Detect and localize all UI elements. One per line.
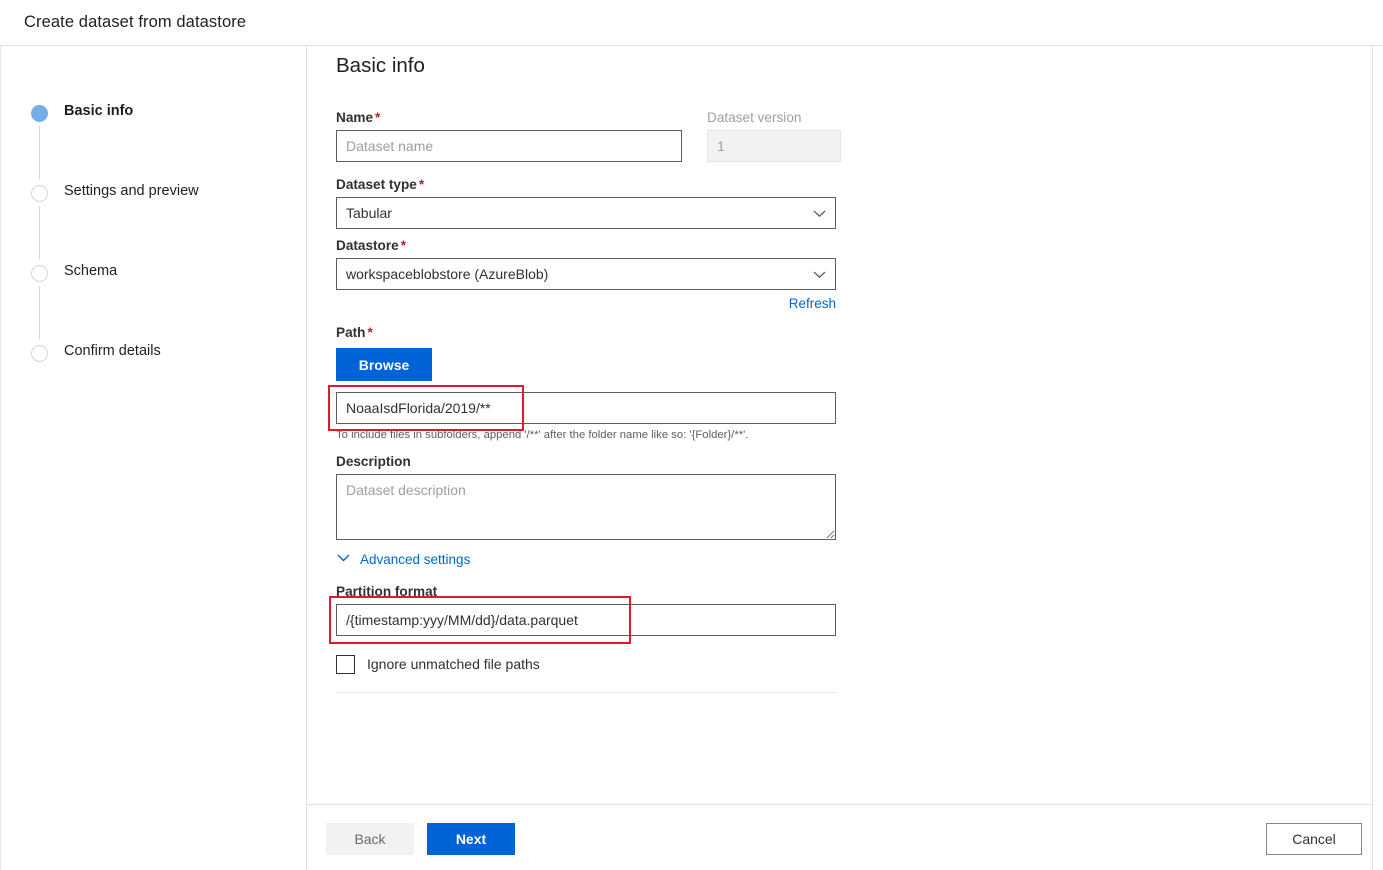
sidebar-step-confirm-details[interactable]: Confirm details bbox=[31, 343, 291, 373]
wizard-footer: Back Next Cancel bbox=[307, 804, 1372, 870]
step-connector bbox=[39, 206, 40, 260]
required-asterisk: * bbox=[373, 110, 380, 125]
required-asterisk: * bbox=[417, 177, 424, 192]
step-connector bbox=[39, 286, 40, 340]
path-helper-text: To include files in subfolders, append '… bbox=[336, 428, 856, 443]
window-titlebar: Create dataset from datastore bbox=[0, 0, 1383, 46]
partition-format-input[interactable]: /{timestamp:yyy/MM/dd}/data.parquet bbox=[336, 604, 836, 636]
path-label: Path* bbox=[336, 325, 1336, 340]
sidebar-step-basic-info[interactable]: Basic info bbox=[31, 103, 291, 183]
dataset-version-label: Dataset version bbox=[707, 110, 841, 125]
advanced-settings-toggle[interactable]: Advanced settings bbox=[336, 550, 470, 570]
dataset-version-input: 1 bbox=[707, 130, 841, 162]
step-marker-active-icon bbox=[31, 105, 48, 122]
wizard-content-panel: Basic info Name* Dataset name Dataset ve… bbox=[307, 46, 1372, 804]
window-title: Create dataset from datastore bbox=[24, 13, 246, 32]
sidebar-step-label: Confirm details bbox=[64, 343, 161, 359]
datastore-label: Datastore* bbox=[336, 238, 1336, 253]
required-asterisk: * bbox=[365, 325, 372, 340]
step-marker-inactive-icon bbox=[31, 265, 48, 282]
sidebar-step-label: Schema bbox=[64, 263, 117, 279]
datastore-value: workspaceblobstore (AzureBlob) bbox=[346, 266, 548, 282]
datastore-select[interactable]: workspaceblobstore (AzureBlob) bbox=[336, 258, 836, 290]
window-right-border bbox=[1372, 46, 1373, 870]
name-input[interactable]: Dataset name bbox=[336, 130, 682, 162]
wizard-sidebar: Basic info Settings and preview Schema C… bbox=[1, 46, 307, 870]
step-connector bbox=[39, 126, 40, 180]
browse-button[interactable]: Browse bbox=[336, 348, 432, 381]
ignore-unmatched-checkbox-row[interactable]: Ignore unmatched file paths bbox=[336, 655, 1336, 674]
wizard-stepper: Basic info Settings and preview Schema C… bbox=[31, 103, 291, 373]
back-button[interactable]: Back bbox=[326, 823, 414, 855]
description-label: Description bbox=[336, 454, 1336, 469]
required-asterisk: * bbox=[399, 238, 406, 253]
dataset-type-value: Tabular bbox=[346, 205, 392, 221]
chevron-down-icon bbox=[813, 268, 826, 281]
create-dataset-wizard: Create dataset from datastore Basic info… bbox=[0, 0, 1383, 870]
ignore-unmatched-checkbox[interactable] bbox=[336, 655, 355, 674]
path-input[interactable]: NoaaIsdFlorida/2019/** bbox=[336, 392, 836, 424]
dataset-type-select[interactable]: Tabular bbox=[336, 197, 836, 229]
step-marker-inactive-icon bbox=[31, 185, 48, 202]
sidebar-step-settings-and-preview[interactable]: Settings and preview bbox=[31, 183, 291, 263]
ignore-unmatched-label: Ignore unmatched file paths bbox=[367, 656, 540, 672]
description-textarea[interactable] bbox=[336, 474, 836, 540]
chevron-down-icon bbox=[813, 207, 826, 220]
chevron-down-icon bbox=[336, 550, 351, 570]
dataset-type-label: Dataset type* bbox=[336, 177, 1336, 192]
section-divider bbox=[336, 692, 836, 693]
cancel-button[interactable]: Cancel bbox=[1266, 823, 1362, 855]
partition-format-label: Partition format bbox=[336, 584, 1336, 599]
advanced-settings-label: Advanced settings bbox=[360, 552, 470, 567]
step-marker-inactive-icon bbox=[31, 345, 48, 362]
sidebar-step-label: Basic info bbox=[64, 103, 133, 119]
next-button[interactable]: Next bbox=[427, 823, 515, 855]
sidebar-step-schema[interactable]: Schema bbox=[31, 263, 291, 343]
sidebar-step-label: Settings and preview bbox=[64, 183, 199, 199]
name-label: Name* bbox=[336, 110, 684, 125]
refresh-datastore-link[interactable]: Refresh bbox=[789, 296, 836, 311]
page-title: Basic info bbox=[336, 46, 1336, 78]
